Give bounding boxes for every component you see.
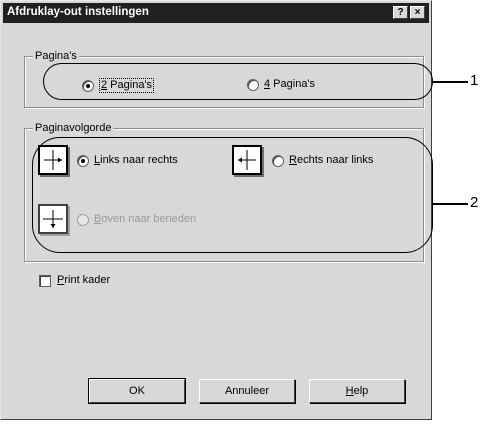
callout-ring-1 xyxy=(43,63,433,100)
page-order-group-label: Paginavolgorde xyxy=(33,122,114,135)
close-button[interactable]: × xyxy=(410,6,425,19)
print-frames-text: rint kader xyxy=(64,274,111,286)
dialog-title: Afdruklay-out instellingen xyxy=(7,6,149,18)
help-button[interactable]: Help xyxy=(309,379,405,403)
help-button-text: elp xyxy=(353,385,369,397)
ok-button[interactable]: OK xyxy=(88,378,186,404)
callout-leader-1 xyxy=(433,81,468,83)
cancel-button[interactable]: Annuleer xyxy=(199,379,295,403)
help-button-mnemonic: H xyxy=(345,385,354,397)
title-bar[interactable]: Afdruklay-out instellingen ? × xyxy=(3,3,429,23)
callout-number-2: 2 xyxy=(470,194,479,211)
print-frames-label: Print kader xyxy=(57,274,110,287)
print-frames-checkbox-row[interactable]: Print kader xyxy=(39,274,110,287)
callout-ring-2 xyxy=(32,137,433,253)
pages-group-label: Pagina's xyxy=(33,50,79,63)
callout-leader-2 xyxy=(433,203,468,205)
callout-number-1: 1 xyxy=(470,72,479,89)
help-title-button[interactable]: ? xyxy=(393,6,408,19)
print-frames-checkbox[interactable] xyxy=(39,274,51,287)
